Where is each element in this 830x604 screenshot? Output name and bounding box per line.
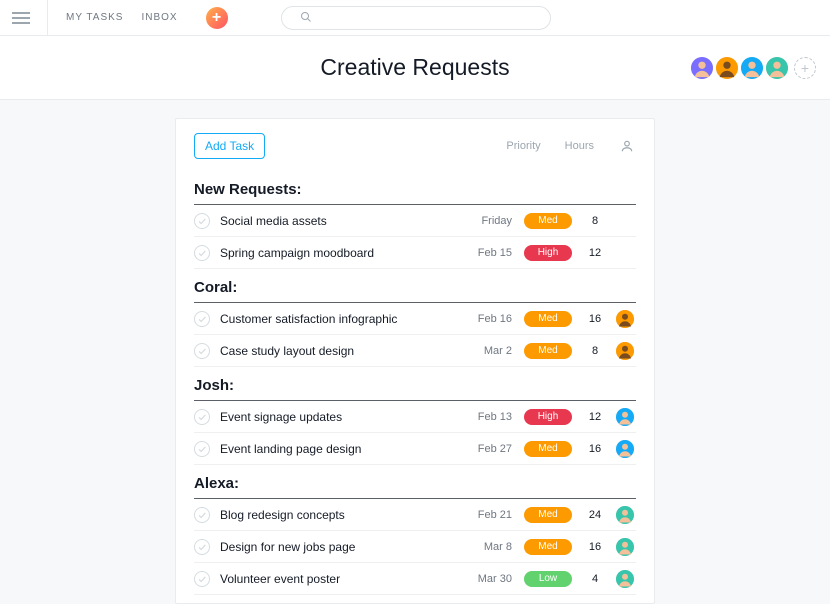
task-due-date: Mar 2 [464, 345, 512, 357]
complete-check-icon[interactable] [194, 409, 210, 425]
task-board: Add Task Priority Hours New Requests: So… [175, 118, 655, 604]
task-row[interactable]: Blog redesign concepts Feb 21 Med 24 [194, 499, 636, 531]
task-due-date: Feb 13 [464, 411, 512, 423]
task-due-date: Feb 15 [464, 247, 512, 259]
task-name[interactable]: Social media assets [220, 214, 464, 228]
task-hours: 16 [582, 313, 608, 325]
task-hours: 12 [582, 411, 608, 423]
task-hours: 16 [582, 443, 608, 455]
task-name[interactable]: Design for new jobs page [220, 540, 464, 554]
task-name[interactable]: Customer satisfaction infographic [220, 312, 464, 326]
nav-inbox[interactable]: INBOX [141, 12, 177, 23]
task-due-date: Feb 27 [464, 443, 512, 455]
task-due-date: Friday [464, 215, 512, 227]
task-hours: 8 [582, 345, 608, 357]
task-row[interactable]: Spring campaign moodboard Feb 15 High 12 [194, 237, 636, 269]
top-nav: MY TASKS INBOX + [0, 0, 830, 36]
hamburger-menu-icon[interactable] [12, 0, 48, 35]
task-due-date: Feb 16 [464, 313, 512, 325]
assignee-avatar[interactable] [616, 538, 634, 556]
task-name[interactable]: Volunteer event poster [220, 572, 464, 586]
member-avatar[interactable] [766, 57, 788, 79]
assignee-avatar[interactable] [616, 440, 634, 458]
section-title[interactable]: Alexa: [194, 465, 636, 499]
task-name[interactable]: Blog redesign concepts [220, 508, 464, 522]
priority-pill[interactable]: Med [524, 441, 572, 457]
assignee-avatar[interactable] [616, 506, 634, 524]
priority-pill[interactable]: Low [524, 571, 572, 587]
task-name[interactable]: Event landing page design [220, 442, 464, 456]
priority-pill[interactable]: Med [524, 213, 572, 229]
complete-check-icon[interactable] [194, 311, 210, 327]
task-row[interactable]: Social media assets Friday Med 8 [194, 205, 636, 237]
col-assignee-icon [618, 139, 636, 153]
priority-pill[interactable]: Med [524, 507, 572, 523]
complete-check-icon[interactable] [194, 539, 210, 555]
nav-my-tasks[interactable]: MY TASKS [66, 12, 123, 23]
section-title[interactable]: New Requests: [194, 171, 636, 205]
assignee-avatar[interactable] [616, 570, 634, 588]
task-row[interactable]: Design for new jobs page Mar 8 Med 16 [194, 531, 636, 563]
add-new-button[interactable]: + [206, 7, 228, 29]
task-due-date: Feb 21 [464, 509, 512, 521]
title-bar: Creative Requests + [0, 36, 830, 100]
assignee-avatar[interactable] [616, 408, 634, 426]
task-name[interactable]: Spring campaign moodboard [220, 246, 464, 260]
complete-check-icon[interactable] [194, 571, 210, 587]
task-due-date: Mar 30 [464, 573, 512, 585]
complete-check-icon[interactable] [194, 343, 210, 359]
task-row[interactable]: Event landing page design Feb 27 Med 16 [194, 433, 636, 465]
priority-pill[interactable]: Med [524, 343, 572, 359]
task-hours: 8 [582, 215, 608, 227]
add-task-button[interactable]: Add Task [194, 133, 265, 159]
assignee-avatar[interactable] [616, 342, 634, 360]
member-avatar[interactable] [741, 57, 763, 79]
complete-check-icon[interactable] [194, 245, 210, 261]
complete-check-icon[interactable] [194, 507, 210, 523]
task-hours: 24 [582, 509, 608, 521]
task-row[interactable]: Event signage updates Feb 13 High 12 [194, 401, 636, 433]
complete-check-icon[interactable] [194, 213, 210, 229]
task-name[interactable]: Event signage updates [220, 410, 464, 424]
page-title: Creative Requests [320, 54, 509, 81]
assignee-avatar[interactable] [616, 310, 634, 328]
member-avatar[interactable] [691, 57, 713, 79]
col-hours: Hours [565, 140, 594, 152]
task-name[interactable]: Case study layout design [220, 344, 464, 358]
col-priority: Priority [506, 140, 540, 152]
section-title[interactable]: Josh: [194, 367, 636, 401]
task-row[interactable]: Case study layout design Mar 2 Med 8 [194, 335, 636, 367]
task-row[interactable]: Volunteer event poster Mar 30 Low 4 [194, 563, 636, 595]
add-member-button[interactable]: + [794, 57, 816, 79]
project-members: + [691, 57, 816, 79]
priority-pill[interactable]: Med [524, 311, 572, 327]
task-due-date: Mar 8 [464, 541, 512, 553]
task-hours: 4 [582, 573, 608, 585]
section-title[interactable]: Coral: [194, 269, 636, 303]
task-row[interactable]: Customer satisfaction infographic Feb 16… [194, 303, 636, 335]
card-header: Add Task Priority Hours [194, 133, 636, 159]
priority-pill[interactable]: Med [524, 539, 572, 555]
column-headers: Priority Hours [506, 139, 636, 153]
priority-pill[interactable]: High [524, 409, 572, 425]
task-hours: 16 [582, 541, 608, 553]
priority-pill[interactable]: High [524, 245, 572, 261]
complete-check-icon[interactable] [194, 441, 210, 457]
member-avatar[interactable] [716, 57, 738, 79]
task-hours: 12 [582, 247, 608, 259]
search-input[interactable] [281, 6, 551, 30]
